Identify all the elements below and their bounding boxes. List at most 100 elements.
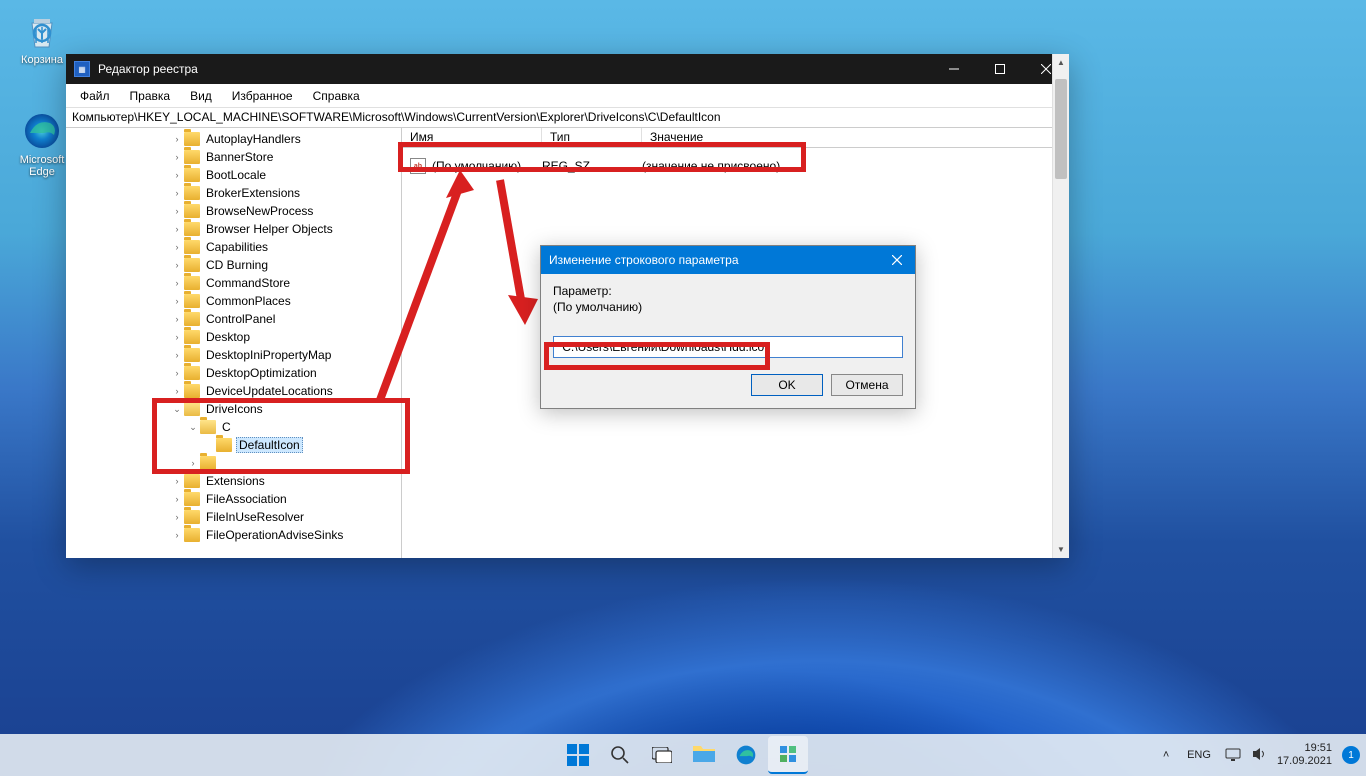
chevron-icon[interactable]: ⌄ (186, 420, 200, 434)
tree-item[interactable]: › FileInUseResolver (70, 508, 384, 526)
chevron-icon[interactable]: › (170, 384, 184, 398)
recycle-bin-icon[interactable]: Корзина (12, 10, 72, 66)
clock[interactable]: 19:51 17.09.2021 (1277, 742, 1332, 768)
col-name[interactable]: Имя (402, 128, 542, 147)
folder-icon (184, 186, 200, 200)
edit-string-dialog: Изменение строкового параметра Параметр:… (540, 245, 916, 409)
tree-label: CommonPlaces (204, 294, 293, 308)
edge-taskbar-button[interactable] (726, 736, 766, 774)
chevron-icon[interactable]: › (170, 168, 184, 182)
chevron-icon[interactable]: › (170, 330, 184, 344)
explorer-button[interactable] (684, 736, 724, 774)
chevron-icon[interactable]: › (170, 366, 184, 380)
param-label: Параметр: (553, 284, 903, 298)
regedit-app-icon: ▦ (74, 61, 90, 77)
chevron-icon[interactable]: › (170, 240, 184, 254)
tree-label: CD Burning (204, 258, 270, 272)
folder-icon (184, 312, 200, 326)
chevron-icon[interactable]: › (170, 348, 184, 362)
value-row-default[interactable]: ab (По умолчанию) REG_SZ (значение не пр… (402, 156, 1069, 176)
tree-item[interactable]: ⌄C (70, 418, 384, 436)
language-indicator[interactable]: ENG (1183, 749, 1215, 761)
date-text: 17.09.2021 (1277, 755, 1332, 768)
tree-item[interactable]: ›Browser Helper Objects (70, 220, 384, 238)
chevron-icon[interactable]: › (170, 258, 184, 272)
chevron-icon[interactable]: › (186, 456, 200, 470)
tree-panel[interactable]: › AutoplayHandlers › BannerStore ›BootLocale… (66, 128, 402, 558)
tree-item[interactable]: ⌄DriveIcons (70, 400, 384, 418)
chevron-icon[interactable]: › (170, 204, 184, 218)
tree-item[interactable]: ›Extensions (70, 472, 384, 490)
tree-item[interactable]: ›CommandStore (70, 274, 384, 292)
tree-item[interactable]: › BrokerExtensions (70, 184, 384, 202)
chevron-icon[interactable]: › (170, 132, 184, 146)
minimize-button[interactable] (931, 54, 977, 84)
folder-icon (184, 258, 200, 272)
chevron-icon[interactable]: › (170, 510, 184, 524)
tree-item[interactable]: ›FileAssociation (70, 490, 384, 508)
tree-item[interactable]: ›BrowseNewProcess (70, 202, 384, 220)
ok-button[interactable]: OK (751, 374, 823, 396)
menu-edit[interactable]: Правка (120, 87, 181, 105)
search-button[interactable] (600, 736, 640, 774)
chevron-icon[interactable]: ⌄ (170, 402, 184, 416)
tree-item[interactable]: ›DeviceUpdateLocations (70, 382, 384, 400)
tree-item[interactable]: › AutoplayHandlers (70, 130, 384, 148)
tree-item[interactable]: ›ControlPanel (70, 310, 384, 328)
task-view-button[interactable] (642, 736, 682, 774)
menu-help[interactable]: Справка (303, 87, 370, 105)
folder-icon (184, 150, 200, 164)
tree-label: AutoplayHandlers (204, 132, 303, 146)
tree-item[interactable]: ›BootLocale (70, 166, 384, 184)
tree-label: DesktopIniPropertyMap (204, 348, 333, 362)
tree-item[interactable]: › BannerStore (70, 148, 384, 166)
col-value[interactable]: Значение (642, 128, 1069, 147)
tray-chevron-icon[interactable]: ˄ (1159, 749, 1173, 761)
dialog-titlebar[interactable]: Изменение строкового параметра (541, 246, 915, 274)
folder-icon (184, 366, 200, 380)
titlebar[interactable]: ▦ Редактор реестра (66, 54, 1069, 84)
menu-file[interactable]: Файл (70, 87, 120, 105)
menu-favorites[interactable]: Избранное (222, 87, 303, 105)
folder-icon (184, 348, 200, 362)
chevron-icon[interactable]: › (170, 312, 184, 326)
address-bar[interactable]: Компьютер\HKEY_LOCAL_MACHINE\SOFTWARE\Mi… (66, 108, 1069, 128)
cancel-button[interactable]: Отмена (831, 374, 903, 396)
tree-item[interactable]: ›DesktopOptimization (70, 364, 384, 382)
tree-item[interactable]: › CD Burning (70, 256, 384, 274)
chevron-icon[interactable]: › (170, 294, 184, 308)
regedit-taskbar-button[interactable] (768, 736, 808, 774)
maximize-button[interactable] (977, 54, 1023, 84)
window-title: Редактор реестра (98, 62, 931, 76)
value-input[interactable] (553, 336, 903, 358)
tree-item[interactable]: › (70, 454, 384, 472)
folder-icon (184, 528, 200, 542)
chevron-icon[interactable]: › (170, 186, 184, 200)
start-button[interactable] (558, 736, 598, 774)
tree-item[interactable]: › DesktopIniPropertyMap (70, 346, 384, 364)
chevron-icon[interactable]: › (170, 528, 184, 542)
edge-browser-icon[interactable]: Microsoft Edge (12, 110, 72, 178)
tree-item[interactable]: DefaultIcon (70, 436, 384, 454)
menu-view[interactable]: Вид (180, 87, 222, 105)
tree-item[interactable]: ›FileOperationAdviseSinks (70, 526, 384, 544)
notification-badge[interactable]: 1 (1342, 746, 1360, 764)
chevron-icon[interactable]: › (170, 222, 184, 236)
tree-label: BannerStore (204, 150, 275, 164)
tree-label: BrokerExtensions (204, 186, 302, 200)
tree-label: FileInUseResolver (204, 510, 306, 524)
dialog-close-button[interactable] (879, 246, 915, 274)
folder-icon (184, 204, 200, 218)
col-type[interactable]: Тип (542, 128, 642, 147)
chevron-icon[interactable]: › (170, 474, 184, 488)
chevron-icon[interactable]: › (170, 492, 184, 506)
folder-icon (184, 240, 200, 254)
volume-icon[interactable] (1251, 747, 1267, 764)
network-icon[interactable] (1225, 747, 1241, 764)
chevron-icon[interactable]: › (170, 150, 184, 164)
chevron-icon[interactable]: › (170, 276, 184, 290)
tree-item[interactable]: ›Capabilities (70, 238, 384, 256)
values-header: Имя Тип Значение (402, 128, 1069, 148)
tree-item[interactable]: › CommonPlaces (70, 292, 384, 310)
tree-item[interactable]: ›Desktop (70, 328, 384, 346)
